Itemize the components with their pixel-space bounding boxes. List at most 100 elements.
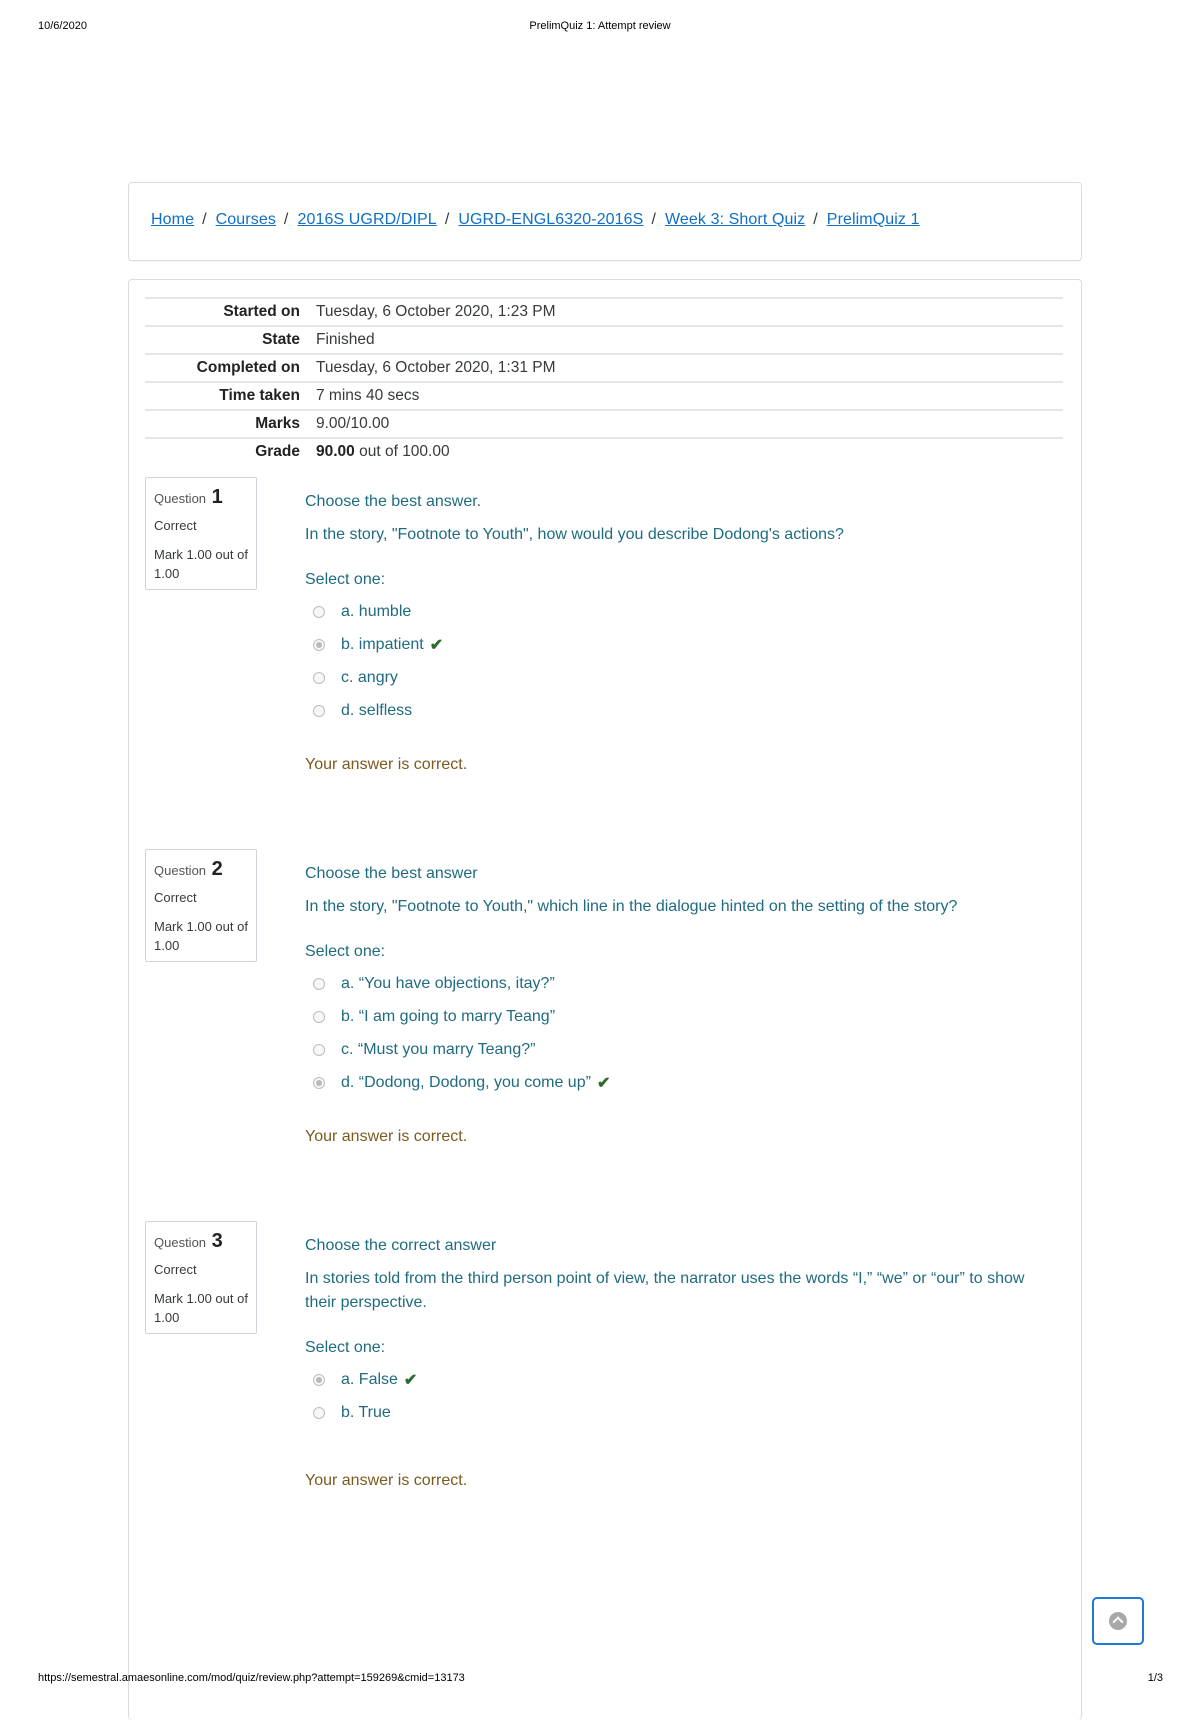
answer-options: a. “You have objections, itay?” b. “I am…: [305, 967, 1045, 1099]
print-footer: https://semestral.amaesonline.com/mod/qu…: [0, 1672, 1200, 1688]
option-label: d. selfless: [341, 701, 413, 719]
radio-button-selected[interactable]: [313, 1373, 325, 1386]
summary-row-started: Started on Tuesday, 6 October 2020, 1:23…: [145, 298, 1063, 326]
chevron-up-circle-icon: [1109, 1612, 1127, 1630]
breadcrumb-category[interactable]: 2016S UGRD/DIPL: [297, 211, 436, 228]
breadcrumb-separator: /: [444, 211, 450, 228]
summary-value: Tuesday, 6 October 2020, 1:31 PM: [316, 359, 556, 376]
option-label: a. False: [341, 1370, 398, 1388]
summary-value: Finished: [316, 331, 375, 348]
radio-button-selected[interactable]: [313, 1076, 325, 1089]
question-instruction: Choose the correct answer: [305, 1237, 497, 1254]
answer-options: a. humble b. impatient ✔ c. angry d. self…: [305, 595, 1045, 727]
question-mark: Mark 1.00 out of 1.00: [154, 547, 248, 581]
option-label: c. angry: [341, 668, 398, 686]
option-label: d. “Dodong, Dodong, you come up”: [341, 1073, 591, 1091]
question-label: Question: [154, 491, 207, 506]
print-page-number: 1/3: [1147, 1672, 1163, 1684]
option-label: a. “You have objections, itay?”: [341, 974, 555, 992]
question-info-box: Question 2 Correct Mark 1.00 out of 1.00: [145, 849, 257, 962]
answer-prompt: Select one:: [305, 943, 386, 960]
question-label: Question: [154, 1235, 207, 1250]
question-text: In the story, "Footnote to Youth", how w…: [305, 526, 844, 543]
answer-feedback: Your answer is correct.: [305, 1472, 468, 1489]
check-mark-icon: ✔: [429, 636, 444, 654]
question-number: Question 1: [154, 486, 223, 509]
answer-feedback: Your answer is correct.: [305, 1128, 468, 1145]
option-label: a. humble: [341, 602, 412, 620]
print-header: 10/6/2020 PrelimQuiz 1: Attempt review: [0, 20, 1200, 36]
question-state: Correct: [154, 890, 197, 905]
answer-option[interactable]: c. “Must you marry Teang?”: [305, 1033, 1045, 1066]
radio-button[interactable]: [313, 977, 325, 990]
answer-prompt: Select one:: [305, 1339, 386, 1356]
answer-option[interactable]: d. selfless: [305, 694, 1045, 727]
question-mark: Mark 1.00 out of 1.00: [154, 919, 248, 953]
question-info-box: Question 3 Correct Mark 1.00 out of 1.00: [145, 1221, 257, 1334]
breadcrumb-course[interactable]: UGRD-ENGL6320-2016S: [458, 211, 643, 228]
summary-label: Marks: [255, 415, 300, 432]
radio-button-selected[interactable]: [313, 638, 325, 651]
answer-option[interactable]: a. False ✔: [305, 1363, 1045, 1396]
option-label: b. True: [341, 1403, 391, 1421]
question-number: Question 2: [154, 858, 223, 881]
breadcrumb-card: Home / Courses / 2016S UGRD/DIPL / UGRD-ENGL63…: [128, 182, 1082, 261]
question-info-box: Question 1 Correct Mark 1.00 out of 1.00: [145, 477, 257, 590]
question-content: Choose the correct answer In stories tol…: [305, 1237, 1045, 1489]
summary-row-completed: Completed on Tuesday, 6 October 2020, 1:…: [145, 354, 1063, 382]
answer-option[interactable]: c. angry: [305, 661, 1045, 694]
breadcrumb-separator: /: [283, 211, 289, 228]
radio-button[interactable]: [313, 1010, 325, 1023]
summary-label: State: [262, 331, 300, 348]
radio-button[interactable]: [313, 671, 325, 684]
answer-option[interactable]: b. True: [305, 1396, 1045, 1429]
breadcrumb-courses[interactable]: Courses: [216, 211, 276, 228]
option-label: b. impatient: [341, 635, 424, 653]
radio-button[interactable]: [313, 1406, 325, 1419]
summary-row-state: State Finished: [145, 326, 1063, 354]
summary-row-marks: Marks 9.00/10.00: [145, 410, 1063, 438]
summary-value: Tuesday, 6 October 2020, 1:23 PM: [316, 303, 556, 320]
answer-feedback: Your answer is correct.: [305, 756, 468, 773]
summary-value: 7 mins 40 secs: [316, 387, 420, 404]
attempt-summary-table: Started on Tuesday, 6 October 2020, 1:23…: [145, 297, 1063, 465]
attempt-review-card: Started on Tuesday, 6 October 2020, 1:23…: [128, 279, 1082, 1720]
breadcrumb-separator: /: [651, 211, 657, 228]
question-content: Choose the best answer In the story, "Fo…: [305, 865, 1045, 1145]
question-state: Correct: [154, 518, 197, 533]
grade-out-of: out of 100.00: [354, 443, 450, 460]
option-label: c. “Must you marry Teang?”: [341, 1040, 536, 1058]
print-url: https://semestral.amaesonline.com/mod/qu…: [38, 1672, 465, 1684]
question-instruction: Choose the best answer: [305, 865, 478, 882]
question-number-value: 2: [211, 858, 223, 880]
breadcrumb: Home / Courses / 2016S UGRD/DIPL / UGRD-ENGL63…: [151, 211, 920, 229]
summary-value: 9.00/10.00: [316, 415, 390, 432]
summary-label: Started on: [223, 303, 300, 320]
answer-prompt: Select one:: [305, 571, 386, 588]
check-mark-icon: ✔: [403, 1371, 418, 1389]
question-text: In the story, "Footnote to Youth," which…: [305, 898, 958, 915]
answer-option[interactable]: b. impatient ✔: [305, 628, 1045, 661]
answer-option[interactable]: a. humble: [305, 595, 1045, 628]
question-state: Correct: [154, 1262, 197, 1277]
answer-option[interactable]: a. “You have objections, itay?”: [305, 967, 1045, 1000]
question-label: Question: [154, 863, 207, 878]
radio-button[interactable]: [313, 605, 325, 618]
breadcrumb-home[interactable]: Home: [151, 211, 194, 228]
scroll-to-top-button[interactable]: [1092, 1597, 1144, 1645]
question-number-value: 1: [211, 486, 223, 508]
breadcrumb-separator: /: [202, 211, 207, 228]
question-instruction: Choose the best answer.: [305, 493, 482, 510]
summary-label: Grade: [255, 443, 300, 460]
question-number: Question 3: [154, 1230, 223, 1253]
summary-row-time-taken: Time taken 7 mins 40 secs: [145, 382, 1063, 410]
breadcrumb-section[interactable]: Week 3: Short Quiz: [665, 211, 805, 228]
question-mark: Mark 1.00 out of 1.00: [154, 1291, 248, 1325]
answer-option[interactable]: d. “Dodong, Dodong, you come up” ✔: [305, 1066, 1045, 1099]
breadcrumb-quiz[interactable]: PrelimQuiz 1: [827, 211, 920, 228]
radio-button[interactable]: [313, 1043, 325, 1056]
answer-options: a. False ✔ b. True: [305, 1363, 1045, 1429]
answer-option[interactable]: b. “I am going to marry Teang”: [305, 1000, 1045, 1033]
question-number-value: 3: [211, 1230, 223, 1252]
radio-button[interactable]: [313, 704, 325, 717]
